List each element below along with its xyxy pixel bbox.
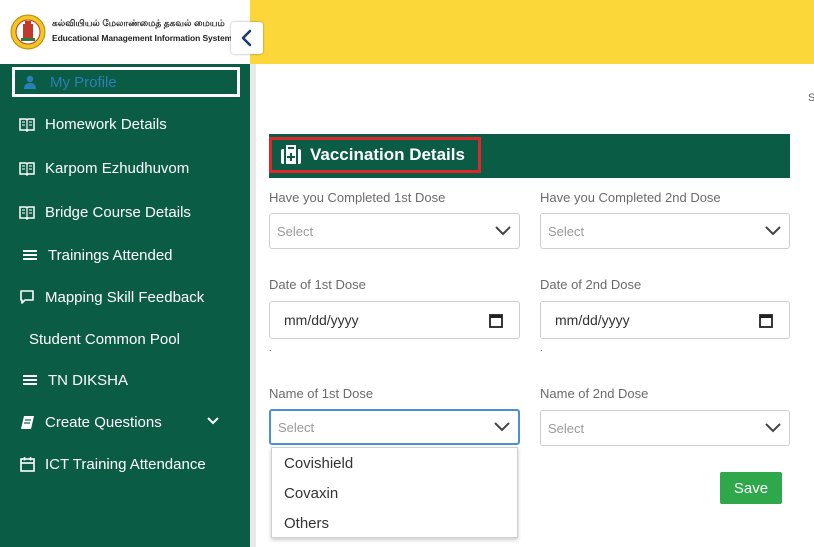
sidebar-item-bridge-course-details[interactable]: Bridge Course Details (0, 192, 250, 232)
option-label: Covaxin (284, 484, 339, 502)
sidebar-item-label: ICT Training Attendance (45, 455, 206, 473)
medical-kit-icon (280, 145, 302, 165)
dose1-completed-label: Have you Completed 1st Dose (269, 190, 446, 205)
option-label: Others (284, 514, 330, 532)
name1-dropdown-menu: Covishield Covaxin Others (271, 447, 518, 538)
list-icon (21, 246, 39, 264)
name1-label: Name of 1st Dose (269, 386, 374, 401)
sidebar: My Profile Homework Details Karpom Ezhud… (0, 64, 250, 547)
date1-note: . (269, 343, 272, 353)
sidebar-item-label: Bridge Course Details (45, 203, 191, 221)
sidebar-item-label: Homework Details (45, 115, 167, 133)
sidebar-item-label: Trainings Attended (48, 246, 173, 264)
chevron-down-icon (494, 422, 510, 432)
sidebar-item-create-questions[interactable]: Create Questions (0, 402, 250, 442)
sidebar-item-trainings-attended[interactable]: Trainings Attended (0, 235, 250, 275)
save-button[interactable]: Save (720, 472, 782, 504)
logo-english-text: Educational Management Information Syste… (52, 33, 233, 43)
date2-label: Date of 2nd Dose (540, 277, 642, 292)
sidebar-item-karpom-ezhudhuvom[interactable]: Karpom Ezhudhuvom (0, 148, 250, 188)
calendar-icon[interactable] (489, 313, 503, 328)
notebook-icon (18, 413, 36, 431)
chevron-down-icon (495, 226, 511, 236)
book-icon (18, 159, 36, 177)
user-icon (24, 75, 36, 89)
sidebar-item-my-profile[interactable]: My Profile (12, 67, 240, 97)
list-icon (21, 371, 39, 389)
chevron-down-icon (765, 226, 781, 236)
option-label: Covishield (284, 454, 354, 472)
sidebar-item-label: TN DIKSHA (48, 371, 129, 389)
sidebar-item-student-common-pool[interactable]: Student Common Pool (0, 319, 250, 359)
select-value: Select (278, 419, 315, 435)
calendar-icon (18, 455, 36, 473)
comment-icon (18, 288, 36, 306)
name1-select[interactable]: Select (269, 409, 520, 445)
date2-input[interactable]: mm/dd/yyyy (540, 301, 790, 339)
sidebar-collapse-button[interactable] (231, 22, 263, 54)
date-placeholder: mm/dd/yyyy (555, 312, 630, 328)
dropdown-option-covishield[interactable]: Covishield (272, 448, 517, 478)
chevron-down-icon (765, 423, 781, 433)
select-value: Select (277, 223, 314, 239)
sidebar-item-label: Create Questions (45, 413, 162, 431)
dropdown-option-others[interactable]: Others (272, 508, 517, 538)
date1-label: Date of 1st Dose (269, 277, 366, 292)
dose1-completed-select[interactable]: Select (269, 213, 520, 249)
calendar-icon[interactable] (759, 313, 773, 328)
sidebar-item-label: Karpom Ezhudhuvom (45, 159, 190, 177)
date-placeholder: mm/dd/yyyy (284, 312, 359, 328)
select-value: Select (548, 420, 585, 436)
sidebar-item-homework-details[interactable]: Homework Details (0, 104, 250, 144)
clipped-text: S (808, 92, 814, 104)
chevron-down-icon (207, 417, 219, 425)
sidebar-item-mapping-skill-feedback[interactable]: Mapping Skill Feedback (0, 277, 250, 317)
book-icon (18, 115, 36, 133)
sidebar-item-label: Student Common Pool (29, 330, 180, 348)
logo-tamil-text: கல்வியியல் மேலாண்மைத் தகவல் மையம் (52, 18, 225, 28)
dose2-completed-label: Have you Completed 2nd Dose (540, 190, 721, 205)
dropdown-option-covaxin[interactable]: Covaxin (272, 478, 517, 508)
logo-area: கல்வியியல் மேலாண்மைத் தகவல் மையம் Educat… (0, 0, 250, 64)
sidebar-item-tn-diksha[interactable]: TN DIKSHA (0, 360, 250, 400)
dose2-completed-select[interactable]: Select (540, 213, 790, 249)
sidebar-item-label: My Profile (50, 73, 117, 91)
select-value: Select (548, 223, 585, 239)
name2-select[interactable]: Select (540, 410, 790, 446)
tn-emblem-logo (10, 14, 46, 50)
date1-input[interactable]: mm/dd/yyyy (269, 301, 520, 339)
date2-note: . (540, 343, 543, 353)
chevron-left-icon (241, 29, 252, 47)
name2-label: Name of 2nd Dose (540, 386, 649, 401)
section-title-text: Vaccination Details (310, 145, 465, 164)
sidebar-item-ict-training-attendance[interactable]: ICT Training Attendance (0, 444, 250, 484)
section-title: Vaccination Details (269, 137, 481, 173)
book-icon (18, 203, 36, 221)
sidebar-item-label: Mapping Skill Feedback (45, 288, 205, 306)
